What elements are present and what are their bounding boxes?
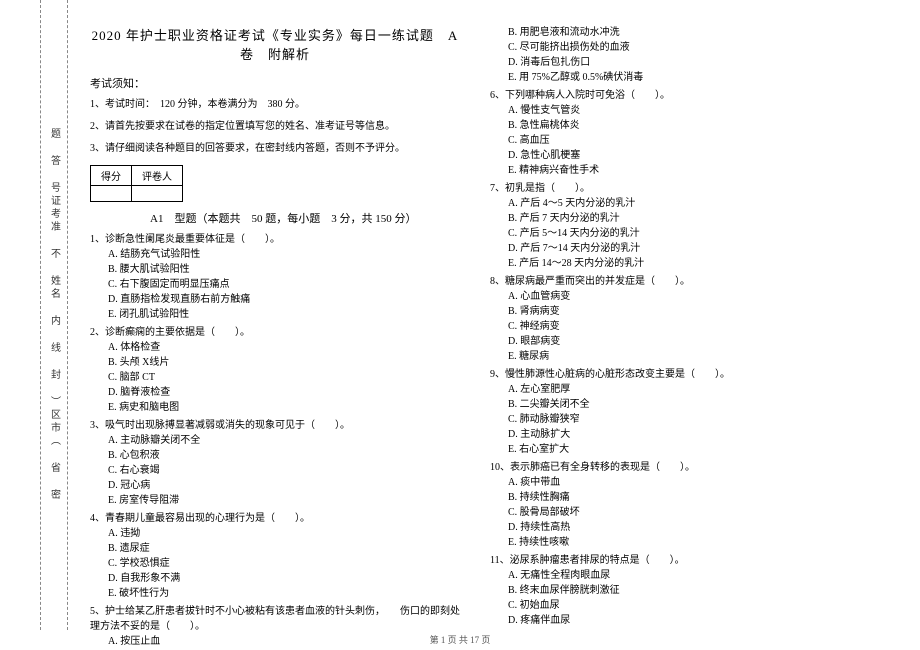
question-stem: 3、吸气时出现脉搏显著减弱或消失的现象可见于（ ）。 <box>90 418 460 433</box>
question-option: B. 二尖瓣关闭不全 <box>508 398 870 412</box>
question-option: C. 尽可能挤出损伤处的血液 <box>508 41 870 55</box>
question-option: A. 心血管病变 <box>508 290 870 304</box>
question-option: B. 腰大肌试验阳性 <box>108 263 460 277</box>
question-stem: 10、表示肺癌已有全身转移的表现是（ ）。 <box>490 460 870 475</box>
notice-header: 考试须知： <box>90 75 460 91</box>
question-stem: 7、初乳是指（ ）。 <box>490 181 870 196</box>
question-option: D. 眼部病变 <box>508 335 870 349</box>
question-option: E. 精神病兴奋性手术 <box>508 164 870 178</box>
question-option: B. 心包积液 <box>108 449 460 463</box>
question-option: C. 脑部 CT <box>108 371 460 385</box>
question-option: E. 病史和脑电图 <box>108 401 460 415</box>
notice-item: 3、请仔细阅读各种题目的回答要求，在密封线内答题，否则不予评分。 <box>90 141 460 157</box>
right-column: B. 用肥皂液和流动水冲洗C. 尽可能挤出损伤处的血液D. 消毒后包扎伤口E. … <box>490 25 870 629</box>
exam-title: 2020 年护士职业资格证考试《专业实务》每日一练试题 A 卷 附解析 <box>90 25 460 63</box>
question-stem: 8、糖尿病最严重而突出的并发症是（ ）。 <box>490 274 870 289</box>
question-option: B. 肾病病变 <box>508 305 870 319</box>
question-option: E. 破坏性行为 <box>108 587 460 601</box>
question-option: E. 房室传导阻滞 <box>108 494 460 508</box>
question-option: D. 脑脊液检查 <box>108 386 460 400</box>
section-title: A1 型题（本题共 50 题，每小题 3 分，共 150 分） <box>150 210 460 226</box>
binding-margin-text: 题 答 号证考准 不 姓名 内 线 封 ）区市（ 省 密 <box>47 128 62 502</box>
page-footer: 第 1 页 共 17 页 <box>0 633 920 646</box>
question-option: A. 无痛性全程肉眼血尿 <box>508 569 870 583</box>
question-option: C. 初始血尿 <box>508 599 870 613</box>
score-cell: 得分 <box>91 166 132 186</box>
score-blank <box>91 186 132 202</box>
question-option: E. 用 75%乙醇或 0.5%碘伏消毒 <box>508 71 870 85</box>
notice-item: 1、考试时间： 120 分钟，本卷满分为 380 分。 <box>90 97 460 113</box>
question-option: D. 产后 7～14 天内分泌的乳汁 <box>508 242 870 256</box>
question-stem: 5、护士给某乙肝患者拔针时不小心被粘有该患者血液的针头刺伤， 伤口的即刻处理方法… <box>90 604 460 634</box>
question-option: C. 高血压 <box>508 134 870 148</box>
question-stem: 9、慢性肺源性心脏病的心脏形态改变主要是（ ）。 <box>490 367 870 382</box>
question-option: C. 右下腹固定而明显压痛点 <box>108 278 460 292</box>
question-stem: 4、青春期儿童最容易出现的心理行为是（ ）。 <box>90 511 460 526</box>
binding-margin: 题 答 号证考准 不 姓名 内 线 封 ）区市（ 省 密 <box>40 0 68 630</box>
question-option: B. 用肥皂液和流动水冲洗 <box>508 26 870 40</box>
question-option: D. 直肠指检发现直肠右前方触痛 <box>108 293 460 307</box>
question-stem: 2、诊断癫痫的主要依据是（ ）。 <box>90 325 460 340</box>
question-option: A. 结肠充气试验阳性 <box>108 248 460 262</box>
question-option: D. 急性心肌梗塞 <box>508 149 870 163</box>
right-continuation: B. 用肥皂液和流动水冲洗C. 尽可能挤出损伤处的血液D. 消毒后包扎伤口E. … <box>490 26 870 85</box>
question-option: A. 产后 4～5 天内分泌的乳汁 <box>508 197 870 211</box>
question-option: C. 股骨局部破坏 <box>508 506 870 520</box>
notice-item: 2、请首先按要求在试卷的指定位置填写您的姓名、准考证号等信息。 <box>90 119 460 135</box>
question-option: B. 产后 7 天内分泌的乳汁 <box>508 212 870 226</box>
question-option: D. 冠心病 <box>108 479 460 493</box>
left-questions: 1、诊断急性阑尾炎最重要体征是（ ）。A. 结肠充气试验阳性B. 腰大肌试验阳性… <box>90 232 460 649</box>
question-option: A. 违拗 <box>108 527 460 541</box>
question-option: A. 体格检查 <box>108 341 460 355</box>
question-option: A. 左心室肥厚 <box>508 383 870 397</box>
score-cell: 评卷人 <box>132 166 183 186</box>
question-option: E. 产后 14～28 天内分泌的乳汁 <box>508 257 870 271</box>
question-option: E. 糖尿病 <box>508 350 870 364</box>
question-option: B. 持续性胸痛 <box>508 491 870 505</box>
question-option: D. 持续性高热 <box>508 521 870 535</box>
question-option: B. 终末血尿伴膀胱刺激征 <box>508 584 870 598</box>
question-option: A. 痰中带血 <box>508 476 870 490</box>
question-stem: 11、泌尿系肿瘤患者排尿的特点是（ ）。 <box>490 553 870 568</box>
question-option: B. 急性扁桃体炎 <box>508 119 870 133</box>
question-option: C. 产后 5～14 天内分泌的乳汁 <box>508 227 870 241</box>
question-option: B. 遗尿症 <box>108 542 460 556</box>
question-option: E. 闭孔肌试验阳性 <box>108 308 460 322</box>
question-option: A. 主动脉瓣关闭不全 <box>108 434 460 448</box>
question-option: E. 右心室扩大 <box>508 443 870 457</box>
right-questions: 6、下列哪种病人入院时可免浴（ ）。A. 慢性支气管炎B. 急性扁桃体炎C. 高… <box>490 88 870 628</box>
question-stem: 1、诊断急性阑尾炎最重要体征是（ ）。 <box>90 232 460 247</box>
question-option: B. 头颅 X线片 <box>108 356 460 370</box>
question-option: D. 自我形象不满 <box>108 572 460 586</box>
score-table: 得分 评卷人 <box>90 165 183 202</box>
question-option: D. 疼痛伴血尿 <box>508 614 870 628</box>
question-option: A. 慢性支气管炎 <box>508 104 870 118</box>
question-option: E. 持续性咳嗽 <box>508 536 870 550</box>
question-option: C. 学校恐惧症 <box>108 557 460 571</box>
question-option: C. 右心衰竭 <box>108 464 460 478</box>
question-stem: 6、下列哪种病人入院时可免浴（ ）。 <box>490 88 870 103</box>
question-option: D. 主动脉扩大 <box>508 428 870 442</box>
left-column: 2020 年护士职业资格证考试《专业实务》每日一练试题 A 卷 附解析 考试须知… <box>90 25 460 650</box>
question-option: C. 神经病变 <box>508 320 870 334</box>
question-option: D. 消毒后包扎伤口 <box>508 56 870 70</box>
question-option: C. 肺动脉瓣狭窄 <box>508 413 870 427</box>
score-blank <box>132 186 183 202</box>
exam-page: 题 答 号证考准 不 姓名 内 线 封 ）区市（ 省 密 2020 年护士职业资… <box>0 0 920 650</box>
